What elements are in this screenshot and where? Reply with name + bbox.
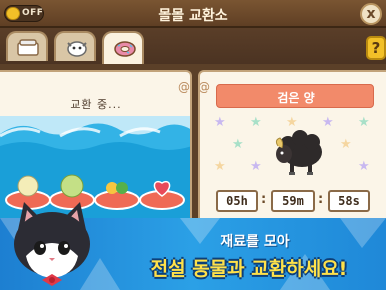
swirl-decoration: @: [198, 80, 210, 94]
star-icon: ★: [340, 137, 352, 152]
promo-headline: 전설 동물과 교환하세요!: [150, 258, 348, 280]
star-icon: ★: [250, 159, 262, 174]
tab-chest[interactable]: [6, 31, 48, 61]
swirl-decoration: @: [178, 80, 190, 94]
promo-subtitle: 재료를 모아: [220, 234, 290, 250]
reward-name: 검은 양: [277, 91, 315, 105]
black-sheep-icon: [275, 130, 322, 175]
tab-donut[interactable]: [102, 31, 144, 64]
help-icon: ?: [371, 39, 381, 57]
timer-separator: :: [261, 192, 267, 207]
sound-toggle[interactable]: OFF: [4, 5, 44, 22]
tab-bar: [0, 28, 386, 64]
star-icon: ★: [232, 137, 244, 152]
donut-icon: [114, 41, 136, 57]
tab-cow[interactable]: [54, 31, 96, 61]
star-icon: ★: [250, 115, 262, 130]
exchange-timer: 05h : 59m : 58s: [216, 190, 376, 214]
star-icon: ★: [358, 115, 370, 130]
timer-seconds: 58s: [328, 190, 370, 212]
close-button[interactable]: x: [360, 3, 382, 25]
close-icon: x: [366, 6, 376, 22]
reward-banner: 검은 양: [216, 84, 374, 108]
cow-icon: [67, 41, 87, 57]
timer-minutes: 59m: [271, 190, 315, 212]
star-icon: ★: [214, 159, 226, 174]
timer-separator: :: [318, 192, 324, 207]
star-icon: ★: [358, 159, 370, 174]
page-title: 몰몰 교환소: [158, 8, 228, 24]
toggle-knob: [6, 7, 20, 20]
star-icon: ★: [214, 115, 226, 130]
toggle-label: OFF: [22, 8, 44, 18]
chest-icon: [17, 39, 39, 56]
top-bar: OFF 몰몰 교환소 x: [0, 0, 386, 28]
cat-mascot-icon: [14, 202, 90, 286]
exchange-status-text: 교환 중...: [70, 98, 122, 111]
help-button[interactable]: ?: [366, 36, 386, 60]
timer-hours: 05h: [216, 190, 258, 212]
